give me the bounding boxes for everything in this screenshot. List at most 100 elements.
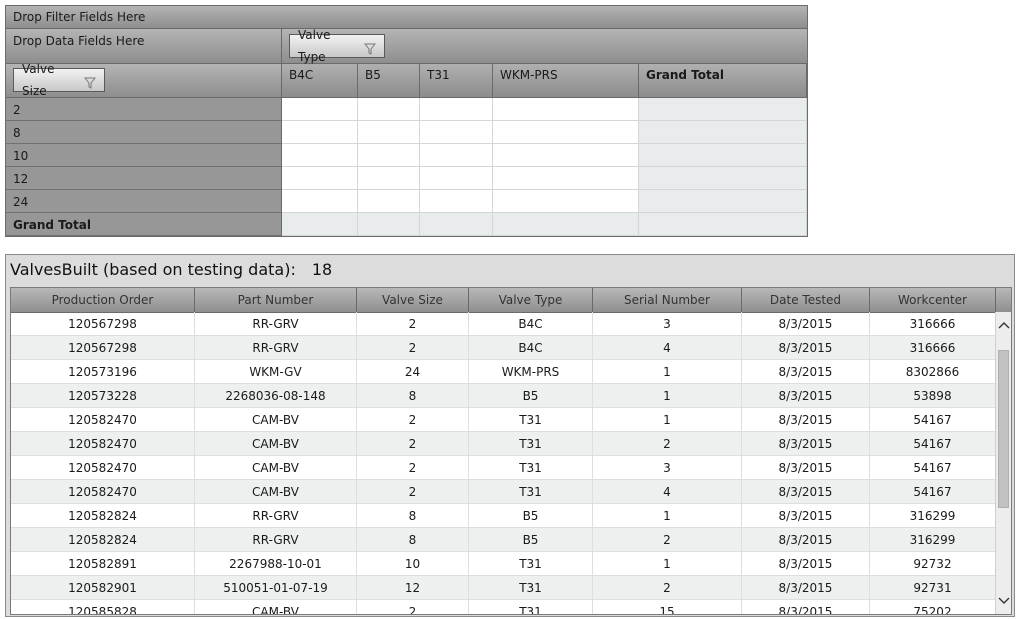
table-row[interactable]: 120582891 2267988-10-01 10 T31 1 8/3/2015 9273… bbox=[11, 552, 996, 576]
cell-valve-size: 24 bbox=[357, 360, 469, 384]
table-row[interactable]: 120585828 CAM-BV 2 T31 15 8/3/2015 75202 bbox=[11, 600, 996, 614]
pivot-value-cell bbox=[282, 190, 358, 213]
header-part-number[interactable]: Part Number bbox=[195, 288, 357, 312]
cell-workcenter: 54167 bbox=[870, 480, 996, 504]
scroll-up-arrow-icon[interactable] bbox=[996, 314, 1011, 336]
cell-valve-type: T31 bbox=[469, 576, 593, 600]
row-field-zone: Valve Size bbox=[6, 62, 282, 98]
cell-date-tested: 8/3/2015 bbox=[742, 360, 870, 384]
cell-part-number: WKM-GV bbox=[195, 360, 357, 384]
valves-built-panel: ValvesBuilt (based on testing data): 18 P… bbox=[5, 254, 1015, 617]
cell-date-tested: 8/3/2015 bbox=[742, 480, 870, 504]
valve-type-field-button[interactable]: Valve Type bbox=[289, 28, 385, 64]
grid-body: 120567298 RR-GRV 2 B4C 3 8/3/2015 316666 120567… bbox=[11, 312, 996, 614]
pivot-value-cell bbox=[358, 121, 420, 144]
cell-production-order: 120573196 bbox=[11, 360, 195, 384]
column-header-t31: T31 bbox=[420, 64, 493, 98]
cell-valve-type: T31 bbox=[469, 600, 593, 614]
table-row[interactable]: 120582824 RR-GRV 8 B5 2 8/3/2015 316299 bbox=[11, 528, 996, 552]
pivot-value-cell bbox=[420, 121, 493, 144]
header-serial-number[interactable]: Serial Number bbox=[593, 288, 742, 312]
table-row[interactable]: 120567298 RR-GRV 2 B4C 4 8/3/2015 316666 bbox=[11, 336, 996, 360]
cell-production-order: 120582824 bbox=[11, 504, 195, 528]
valve-type-field-label: Valve Type bbox=[298, 28, 331, 64]
cell-production-order: 120582470 bbox=[11, 456, 195, 480]
pivot-value-cell bbox=[420, 144, 493, 167]
header-valve-type[interactable]: Valve Type bbox=[469, 288, 593, 312]
cell-serial-number: 2 bbox=[593, 432, 742, 456]
cell-valve-size: 8 bbox=[357, 504, 469, 528]
table-row[interactable]: 120582470 CAM-BV 2 T31 3 8/3/2015 54167 bbox=[11, 456, 996, 480]
cell-date-tested: 8/3/2015 bbox=[742, 528, 870, 552]
cell-valve-size: 2 bbox=[357, 600, 469, 614]
table-row[interactable]: 120582470 CAM-BV 2 T31 4 8/3/2015 54167 bbox=[11, 480, 996, 504]
cell-serial-number: 1 bbox=[593, 504, 742, 528]
header-production-order[interactable]: Production Order bbox=[11, 288, 195, 312]
header-date-tested[interactable]: Date Tested bbox=[742, 288, 870, 312]
cell-date-tested: 8/3/2015 bbox=[742, 432, 870, 456]
cell-valve-size: 2 bbox=[357, 456, 469, 480]
cell-date-tested: 8/3/2015 bbox=[742, 384, 870, 408]
pivot-value-cell bbox=[282, 213, 358, 236]
cell-valve-type: B4C bbox=[469, 336, 593, 360]
cell-date-tested: 8/3/2015 bbox=[742, 552, 870, 576]
valve-size-field-label: Valve Size bbox=[22, 62, 55, 98]
cell-workcenter: 316666 bbox=[870, 336, 996, 360]
cell-workcenter: 54167 bbox=[870, 408, 996, 432]
cell-part-number: CAM-BV bbox=[195, 480, 357, 504]
scroll-down-arrow-icon[interactable] bbox=[996, 590, 1011, 612]
cell-part-number: CAM-BV bbox=[195, 432, 357, 456]
pivot-value-cell bbox=[493, 121, 639, 144]
cell-valve-type: T31 bbox=[469, 456, 593, 480]
row-header-12: 12 bbox=[6, 167, 282, 190]
cell-valve-size: 10 bbox=[357, 552, 469, 576]
cell-serial-number: 15 bbox=[593, 600, 742, 614]
pivot-value-cell bbox=[358, 98, 420, 121]
table-row[interactable]: 120582824 RR-GRV 8 B5 1 8/3/2015 316299 bbox=[11, 504, 996, 528]
pivot-value-cell bbox=[358, 167, 420, 190]
pivot-value-cell bbox=[493, 190, 639, 213]
table-row[interactable]: 120582470 CAM-BV 2 T31 1 8/3/2015 54167 bbox=[11, 408, 996, 432]
cell-part-number: 510051-01-07-19 bbox=[195, 576, 357, 600]
vertical-scrollbar[interactable] bbox=[995, 312, 1011, 614]
filter-drop-zone[interactable]: Drop Filter Fields Here bbox=[6, 6, 807, 29]
filter-funnel-icon[interactable] bbox=[363, 40, 377, 55]
cell-production-order: 120582470 bbox=[11, 480, 195, 504]
cell-workcenter: 316299 bbox=[870, 504, 996, 528]
cell-date-tested: 8/3/2015 bbox=[742, 336, 870, 360]
pivot-grid: Drop Filter Fields Here Drop Data Fields… bbox=[5, 5, 808, 237]
cell-serial-number: 1 bbox=[593, 360, 742, 384]
cell-production-order: 120582901 bbox=[11, 576, 195, 600]
header-workcenter[interactable]: Workcenter bbox=[870, 288, 996, 312]
cell-part-number: RR-GRV bbox=[195, 504, 357, 528]
cell-serial-number: 3 bbox=[593, 312, 742, 336]
cell-date-tested: 8/3/2015 bbox=[742, 312, 870, 336]
pivot-value-cell bbox=[493, 98, 639, 121]
cell-valve-size: 2 bbox=[357, 408, 469, 432]
pivot-value-cell bbox=[639, 144, 807, 167]
filter-funnel-icon[interactable] bbox=[83, 74, 97, 89]
table-row[interactable]: 120582470 CAM-BV 2 T31 2 8/3/2015 54167 bbox=[11, 432, 996, 456]
valve-size-field-button[interactable]: Valve Size bbox=[13, 62, 105, 98]
table-row[interactable]: 120573196 WKM-GV 24 WKM-PRS 1 8/3/2015 8302866 bbox=[11, 360, 996, 384]
cell-serial-number: 4 bbox=[593, 480, 742, 504]
table-row[interactable]: 120567298 RR-GRV 2 B4C 3 8/3/2015 316666 bbox=[11, 312, 996, 336]
grid-header-row: Production Order Part Number Valve Size … bbox=[11, 288, 1011, 313]
pivot-value-cell bbox=[358, 190, 420, 213]
cell-serial-number: 1 bbox=[593, 408, 742, 432]
scrollbar-thumb[interactable] bbox=[998, 350, 1009, 508]
filter-drop-zone-label: Drop Filter Fields Here bbox=[13, 10, 146, 24]
cell-valve-type: B5 bbox=[469, 528, 593, 552]
cell-valve-size: 2 bbox=[357, 480, 469, 504]
cell-part-number: RR-GRV bbox=[195, 312, 357, 336]
pivot-value-cell bbox=[639, 121, 807, 144]
table-row[interactable]: 120573228 2268036-08-148 8 B5 1 8/3/2015 53898 bbox=[11, 384, 996, 408]
table-row[interactable]: 120582901 510051-01-07-19 12 T31 2 8/3/2015 92… bbox=[11, 576, 996, 600]
cell-valve-type: T31 bbox=[469, 408, 593, 432]
cell-workcenter: 92732 bbox=[870, 552, 996, 576]
cell-serial-number: 3 bbox=[593, 456, 742, 480]
row-header-grand-total: Grand Total bbox=[6, 213, 282, 236]
cell-valve-size: 8 bbox=[357, 528, 469, 552]
header-valve-size[interactable]: Valve Size bbox=[357, 288, 469, 312]
cell-valve-type: B5 bbox=[469, 384, 593, 408]
